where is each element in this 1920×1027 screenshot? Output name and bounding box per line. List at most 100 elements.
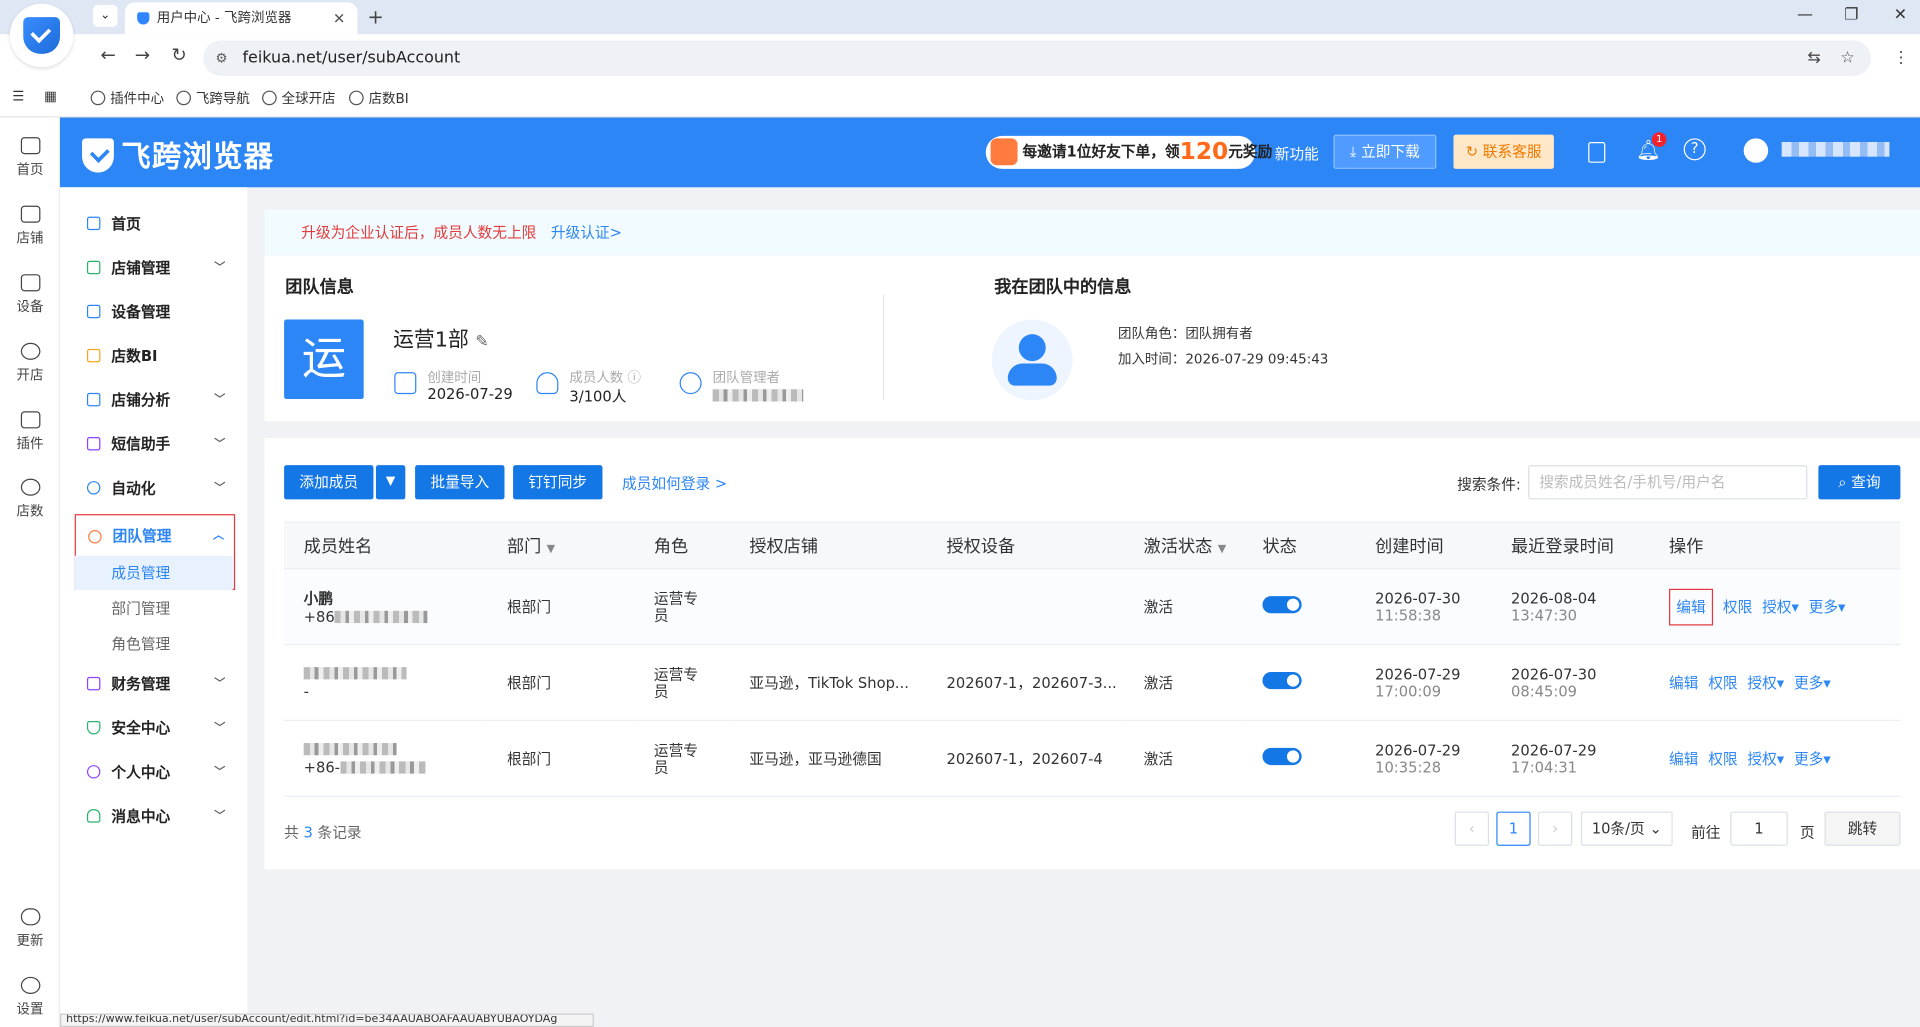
edit-link[interactable]: 编辑 (1668, 588, 1714, 626)
members-value: 3/100人 (569, 388, 627, 406)
add-member-dropdown[interactable]: ▼ (375, 465, 406, 500)
search-input[interactable]: 搜索成员姓名/手机号/用户名 (1528, 465, 1808, 500)
close-window-button[interactable]: ✕ (1876, 0, 1920, 34)
more-dropdown[interactable]: 更多▾ (1794, 750, 1831, 767)
authorize-dropdown[interactable]: 授权▾ (1762, 599, 1799, 616)
close-tab-icon[interactable]: ✕ (333, 2, 345, 34)
question-icon[interactable]: ⓘ (628, 370, 641, 386)
bookmark-star-icon[interactable]: ☆ (1840, 49, 1854, 67)
shops-cell[interactable]: 亚马逊，亚马逊德国 (729, 720, 927, 797)
browser-menu-icon[interactable]: ⋮ (1893, 49, 1909, 67)
back-icon[interactable]: ← (100, 44, 115, 66)
member-table: 成员姓名 部门 ▼ 角色 授权店铺 授权设备 激活状态 ▼ 状态 创建时间 最近… (284, 521, 1901, 797)
edit-icon[interactable]: ✎ (475, 333, 488, 351)
status-toggle[interactable] (1262, 596, 1302, 614)
headset-icon: ↻ (1465, 143, 1483, 161)
bookmark-item[interactable]: 店数BI (348, 88, 409, 108)
status-toggle[interactable] (1262, 672, 1302, 690)
page-number[interactable]: 1 (1496, 811, 1531, 846)
minimize-button[interactable]: — (1780, 0, 1829, 34)
brand-logo[interactable]: 飞跨浏览器 (82, 132, 274, 175)
menu-personal[interactable]: 个人中心 ﹀ (75, 750, 235, 794)
more-dropdown[interactable]: 更多▾ (1809, 599, 1846, 616)
menu-bi[interactable]: 店数BI (75, 334, 235, 378)
menu-automation[interactable]: 自动化 ﹀ (75, 466, 235, 510)
menu-home[interactable]: 首页 (75, 202, 235, 246)
filter-icon[interactable]: ▼ (547, 543, 555, 555)
permission-link[interactable]: 权限 (1723, 599, 1752, 616)
login-howto-link[interactable]: 成员如何登录 > (622, 473, 727, 494)
menu-finance[interactable]: 财务管理 ﹀ (75, 662, 235, 706)
help-icon[interactable]: ? (1683, 138, 1706, 161)
document-icon[interactable] (1588, 141, 1606, 163)
jump-button[interactable]: 跳转 (1824, 811, 1901, 846)
table-row[interactable]: 小鹏 +86 根部门 运营专员 激活 2026-07-30 11:58:38 202… (284, 568, 1901, 646)
url-input[interactable]: ⚙ feikua.net/user/subAccount (203, 40, 1872, 76)
shops-cell[interactable]: 亚马逊，TikTok Shop... (729, 644, 927, 721)
browser-tab[interactable]: 用户中心 - 飞跨浏览器 ✕ (124, 2, 358, 35)
reload-icon[interactable]: ↻ (171, 44, 186, 66)
table-row[interactable]: - 根部门 运营专员 亚马逊，TikTok Shop... 202607-1，2… (284, 644, 1901, 721)
devices-cell[interactable]: 202607-1，202607-4 (926, 720, 1125, 797)
menu-shop-analysis[interactable]: 店铺分析 ﹀ (75, 378, 235, 422)
browser-logo[interactable] (9, 3, 74, 68)
menu-shop[interactable]: 店铺管理 ﹀ (75, 246, 235, 290)
authorize-dropdown[interactable]: 授权▾ (1747, 750, 1784, 767)
bookmark-item[interactable]: 飞跨导航 (176, 88, 250, 108)
forward-icon[interactable]: → (135, 44, 150, 66)
permission-link[interactable]: 权限 (1708, 674, 1737, 691)
page-size-select[interactable]: 10条/页 ⌄ (1580, 811, 1673, 846)
edit-link[interactable]: 编辑 (1669, 674, 1698, 691)
tab-list-button[interactable]: ⌄ (93, 4, 118, 27)
rail-item-home[interactable]: 首页 (0, 137, 60, 179)
menu-security[interactable]: 安全中心 ﹀ (75, 706, 235, 750)
rail-item-device[interactable]: 设备 (0, 274, 60, 316)
filter-icon[interactable]: ▼ (1218, 543, 1226, 555)
col-active[interactable]: 激活状态 ▼ (1124, 521, 1243, 570)
more-dropdown[interactable]: 更多▾ (1794, 674, 1831, 691)
rail-item-settings[interactable]: 设置 (0, 976, 60, 1019)
permission-link[interactable]: 权限 (1708, 750, 1737, 767)
devices-cell[interactable]: 202607-1，202607-3... (926, 644, 1125, 721)
status-toggle[interactable] (1262, 747, 1302, 766)
menu-sms[interactable]: 短信助手 ﹀ (75, 422, 235, 466)
new-feature-link[interactable]: 新功能 (1275, 143, 1319, 164)
upgrade-link[interactable]: 升级认证> (551, 224, 622, 241)
goto-page-input[interactable]: 1 (1730, 811, 1788, 846)
table-row[interactable]: +86- 根部门 运营专员 亚马逊，亚马逊德国 202607-1，202607-… (284, 720, 1901, 797)
edit-link[interactable]: 编辑 (1669, 750, 1698, 767)
translate-icon[interactable]: ⇆ (1807, 49, 1820, 67)
dingding-sync-button[interactable]: 钉钉同步 (513, 465, 603, 500)
prev-page-button[interactable]: ‹ (1454, 811, 1489, 846)
bookmark-item[interactable]: 全球开店 (262, 88, 336, 108)
devices-cell[interactable] (926, 568, 1125, 646)
rail-item-plugin[interactable]: 插件 (0, 411, 60, 453)
customer-service-button[interactable]: ↻ 联系客服 (1453, 134, 1554, 169)
submenu-members[interactable]: 成员管理 (74, 555, 233, 591)
bookmark-item[interactable]: 插件中心 (90, 88, 164, 108)
download-button[interactable]: ⤓ 立即下载 (1333, 134, 1437, 169)
add-member-button[interactable]: 添加成员 (284, 465, 374, 500)
next-page-button[interactable]: › (1537, 811, 1573, 846)
submenu-roles[interactable]: 角色管理 (75, 627, 233, 661)
restore-button[interactable]: ❐ (1827, 0, 1876, 34)
apps-icon[interactable]: ▦ (44, 88, 57, 104)
rail-item-bi[interactable]: 店数 (0, 478, 60, 521)
new-tab-button[interactable]: + (367, 2, 383, 31)
col-dept[interactable]: 部门 ▼ (487, 521, 635, 570)
rail-item-update[interactable]: 更新 (0, 908, 60, 950)
shops-cell[interactable] (729, 568, 927, 646)
rail-item-shop[interactable]: 店铺 (0, 205, 60, 248)
menu-messages[interactable]: 消息中心 ﹀ (75, 794, 235, 838)
invite-banner[interactable]: 每邀请1位好友下单，领120元奖励 (985, 135, 1272, 169)
sidebar-toggle-icon[interactable]: ☰ (12, 88, 24, 104)
submenu-departments[interactable]: 部门管理 (75, 591, 233, 625)
user-avatar-icon[interactable] (1743, 138, 1769, 163)
site-info-icon[interactable]: ⚙ (216, 40, 228, 75)
rail-item-open-store[interactable]: 开店 (0, 342, 60, 385)
menu-device[interactable]: 设备管理 (75, 290, 235, 334)
username-blurred[interactable] (1781, 141, 1890, 157)
batch-import-button[interactable]: 批量导入 (415, 465, 505, 500)
authorize-dropdown[interactable]: 授权▾ (1747, 674, 1784, 691)
query-button[interactable]: ⌕ 查询 (1818, 465, 1901, 500)
